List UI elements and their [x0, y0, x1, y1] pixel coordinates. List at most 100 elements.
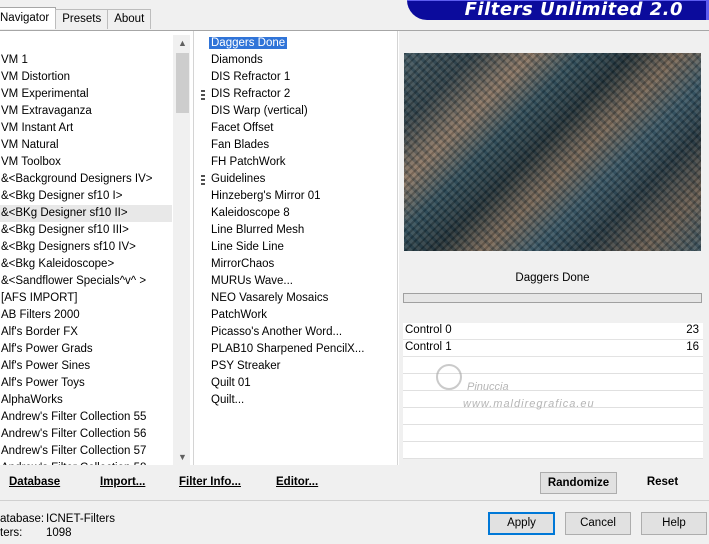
category-item[interactable]: AB Filters 2000 [0, 307, 172, 324]
category-item[interactable]: &<Bkg Kaleidoscope> [0, 256, 172, 273]
filter-item-label: Daggers Done [209, 37, 288, 49]
header: Navigator Presets About Filters Unlimite… [0, 0, 709, 30]
filters-count-value: 1098 [46, 527, 72, 539]
filter-item[interactable]: Hinzeberg's Mirror 01 [199, 188, 323, 205]
selected-filter-name: Daggers Done [515, 272, 590, 284]
randomize-button[interactable]: Randomize [540, 472, 617, 494]
filter-item-label: MURUs Wave... [211, 275, 293, 287]
category-item[interactable]: VM Natural [0, 137, 172, 154]
filter-item[interactable]: PSY Streaker [199, 358, 282, 375]
tab-about[interactable]: About [107, 9, 152, 29]
preview-image [404, 53, 701, 251]
filter-item[interactable]: Quilt... [199, 392, 246, 409]
category-item[interactable]: Alf's Border FX [0, 324, 172, 341]
category-list[interactable]: VM 1 VM Distortion VM Experimental VM Extra… [0, 31, 190, 466]
empty-control-row [403, 357, 703, 374]
filter-item[interactable]: MURUs Wave... [199, 273, 295, 290]
tab-navigator[interactable]: Navigator [0, 7, 57, 29]
filter-item[interactable]: NEO Vasarely Mosaics [199, 290, 330, 307]
filter-item-label: Quilt... [211, 394, 245, 406]
filter-item[interactable]: Picasso's Another Word... [199, 324, 344, 341]
filter-item-label: Diamonds [211, 54, 263, 66]
empty-control-row [403, 391, 703, 408]
scrollbar-thumb[interactable] [176, 53, 189, 113]
filter-item-label: PLAB10 Sharpened PencilX... [211, 343, 365, 355]
category-item[interactable]: VM Instant Art [0, 120, 172, 137]
category-scrollbar[interactable]: ▲ ▼ [173, 35, 190, 466]
empty-control-row [403, 408, 703, 425]
reset-button[interactable]: Reset [640, 472, 685, 494]
empty-control-row [403, 374, 703, 391]
category-item[interactable]: VM Distortion [0, 69, 172, 86]
filter-item-label: Facet Offset [211, 122, 274, 134]
category-item[interactable]: VM Toolbox [0, 154, 172, 171]
filter-item[interactable]: DIS Refractor 1 [199, 69, 292, 86]
filter-item[interactable]: Kaleidoscope 8 [199, 205, 292, 222]
filter-list[interactable]: Daggers Done Diamonds DIS Refractor 1 DIS R… [199, 31, 389, 466]
filter-item-label: Line Blurred Mesh [211, 224, 305, 236]
category-item[interactable]: Andrew's Filter Collection 56 [0, 426, 172, 443]
pane-divider [193, 31, 194, 466]
footer: atabase: ICNET-Filters ters: 1098 Apply Ca… [0, 500, 709, 544]
category-item[interactable]: Alf's Power Toys [0, 375, 172, 392]
apply-button[interactable]: Apply [488, 512, 555, 535]
main-panel: VM 1 VM Distortion VM Experimental VM Extra… [0, 30, 709, 466]
filter-item-label: Hinzeberg's Mirror 01 [211, 190, 321, 202]
editor-link[interactable]: Editor... [276, 476, 318, 488]
category-item[interactable]: &<Bkg Designer sf10 III> [0, 222, 172, 239]
scroll-up-arrow-icon[interactable]: ▲ [174, 35, 191, 52]
filter-item[interactable]: Daggers Done [199, 35, 288, 52]
category-item[interactable]: AlphaWorks [0, 392, 172, 409]
category-item[interactable]: Alf's Power Grads [0, 341, 172, 358]
filter-item[interactable]: MirrorChaos [199, 256, 276, 273]
control-label: Control 1 [405, 341, 452, 353]
database-key: atabase: [0, 513, 45, 525]
logo-text: Filters Unlimited 2.0 [464, 0, 683, 20]
filter-info-link[interactable]: Filter Info... [179, 476, 241, 488]
filter-item[interactable]: FH PatchWork [199, 154, 288, 171]
filter-name-bar [403, 293, 702, 303]
filter-item[interactable]: DIS Warp (vertical) [199, 103, 310, 120]
filter-item[interactable]: PLAB10 Sharpened PencilX... [199, 341, 366, 358]
category-item[interactable]: Alf's Power Sines [0, 358, 172, 375]
filter-marker-icon [201, 90, 205, 100]
category-item[interactable]: &<Sandflower Specials^v^ > [0, 273, 172, 290]
filter-item[interactable]: Line Side Line [199, 239, 286, 256]
database-info: atabase: ICNET-Filters ters: 1098 [0, 512, 115, 540]
filter-item-label: Kaleidoscope 8 [211, 207, 290, 219]
filter-item-label: PatchWork [211, 309, 268, 321]
help-button[interactable]: Help [641, 512, 707, 535]
category-item[interactable]: Andrew's Filter Collection 55 [0, 409, 172, 426]
import-link[interactable]: Import... [100, 476, 145, 488]
category-item[interactable]: Andrew's Filter Collection 57 [0, 443, 172, 460]
filter-item[interactable]: Line Blurred Mesh [199, 222, 306, 239]
category-item[interactable]: VM Extravaganza [0, 103, 172, 120]
category-item[interactable]: &<Bkg Designer sf10 I> [0, 188, 172, 205]
filter-item[interactable]: DIS Refractor 2 [199, 86, 292, 103]
category-item[interactable]: &<Background Designers IV> [0, 171, 172, 188]
category-item[interactable]: &<BKg Designer sf10 II> [0, 205, 172, 222]
control-value[interactable]: 23 [686, 324, 699, 336]
category-item[interactable]: &<Bkg Designers sf10 IV> [0, 239, 172, 256]
cancel-button[interactable]: Cancel [565, 512, 631, 535]
category-item[interactable]: VM 1 [0, 52, 172, 69]
filter-item[interactable]: Facet Offset [199, 120, 275, 137]
tab-presets[interactable]: Presets [55, 9, 109, 29]
filter-item[interactable]: Quilt 01 [199, 375, 253, 392]
filters-unlimited-logo: Filters Unlimited 2.0 [407, 0, 709, 20]
empty-control-row [403, 442, 703, 459]
control-row[interactable]: Control 1 16 [403, 340, 703, 357]
filter-item[interactable]: Fan Blades [199, 137, 271, 154]
category-item[interactable]: VM Experimental [0, 86, 172, 103]
control-row[interactable]: Control 0 23 [403, 323, 703, 340]
filter-item[interactable]: Guidelines [199, 171, 267, 188]
control-value[interactable]: 16 [686, 341, 699, 353]
filter-item-label: MirrorChaos [211, 258, 275, 270]
filter-item[interactable]: PatchWork [199, 307, 269, 324]
filter-item[interactable]: Diamonds [199, 52, 265, 69]
database-link[interactable]: Database [9, 476, 60, 488]
filters-count-key: ters: [0, 527, 23, 539]
filter-item-label: Fan Blades [211, 139, 270, 151]
category-item[interactable]: [AFS IMPORT] [0, 290, 172, 307]
scroll-down-arrow-icon[interactable]: ▼ [174, 449, 191, 466]
